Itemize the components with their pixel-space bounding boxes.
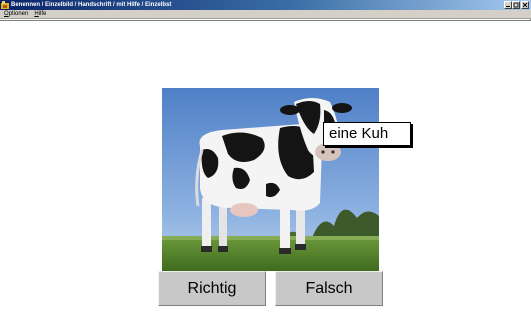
menu-bar: Optionen Hilfe xyxy=(0,10,531,19)
richtig-button[interactable]: Richtig xyxy=(158,271,266,306)
minimize-icon[interactable] xyxy=(504,1,512,9)
window-controls xyxy=(504,1,529,9)
menu-optionen-label: ptionen xyxy=(8,10,29,17)
maximize-icon[interactable] xyxy=(512,1,520,9)
app-icon xyxy=(1,1,9,9)
menu-hilfe-label: ilfe xyxy=(38,10,47,17)
cow-picture xyxy=(162,88,379,271)
title-bar[interactable]: Benennen / Einzelbild / Handschrift / mi… xyxy=(0,0,531,10)
app-window: Benennen / Einzelbild / Handschrift / mi… xyxy=(0,0,531,327)
close-icon[interactable] xyxy=(521,1,529,9)
answer-label: eine Kuh xyxy=(323,122,411,146)
menu-optionen[interactable]: Optionen xyxy=(0,10,30,19)
menu-hilfe[interactable]: Hilfe xyxy=(30,10,48,19)
window-title: Benennen / Einzelbild / Handschrift / mi… xyxy=(11,2,172,8)
falsch-button[interactable]: Falsch xyxy=(275,271,383,306)
